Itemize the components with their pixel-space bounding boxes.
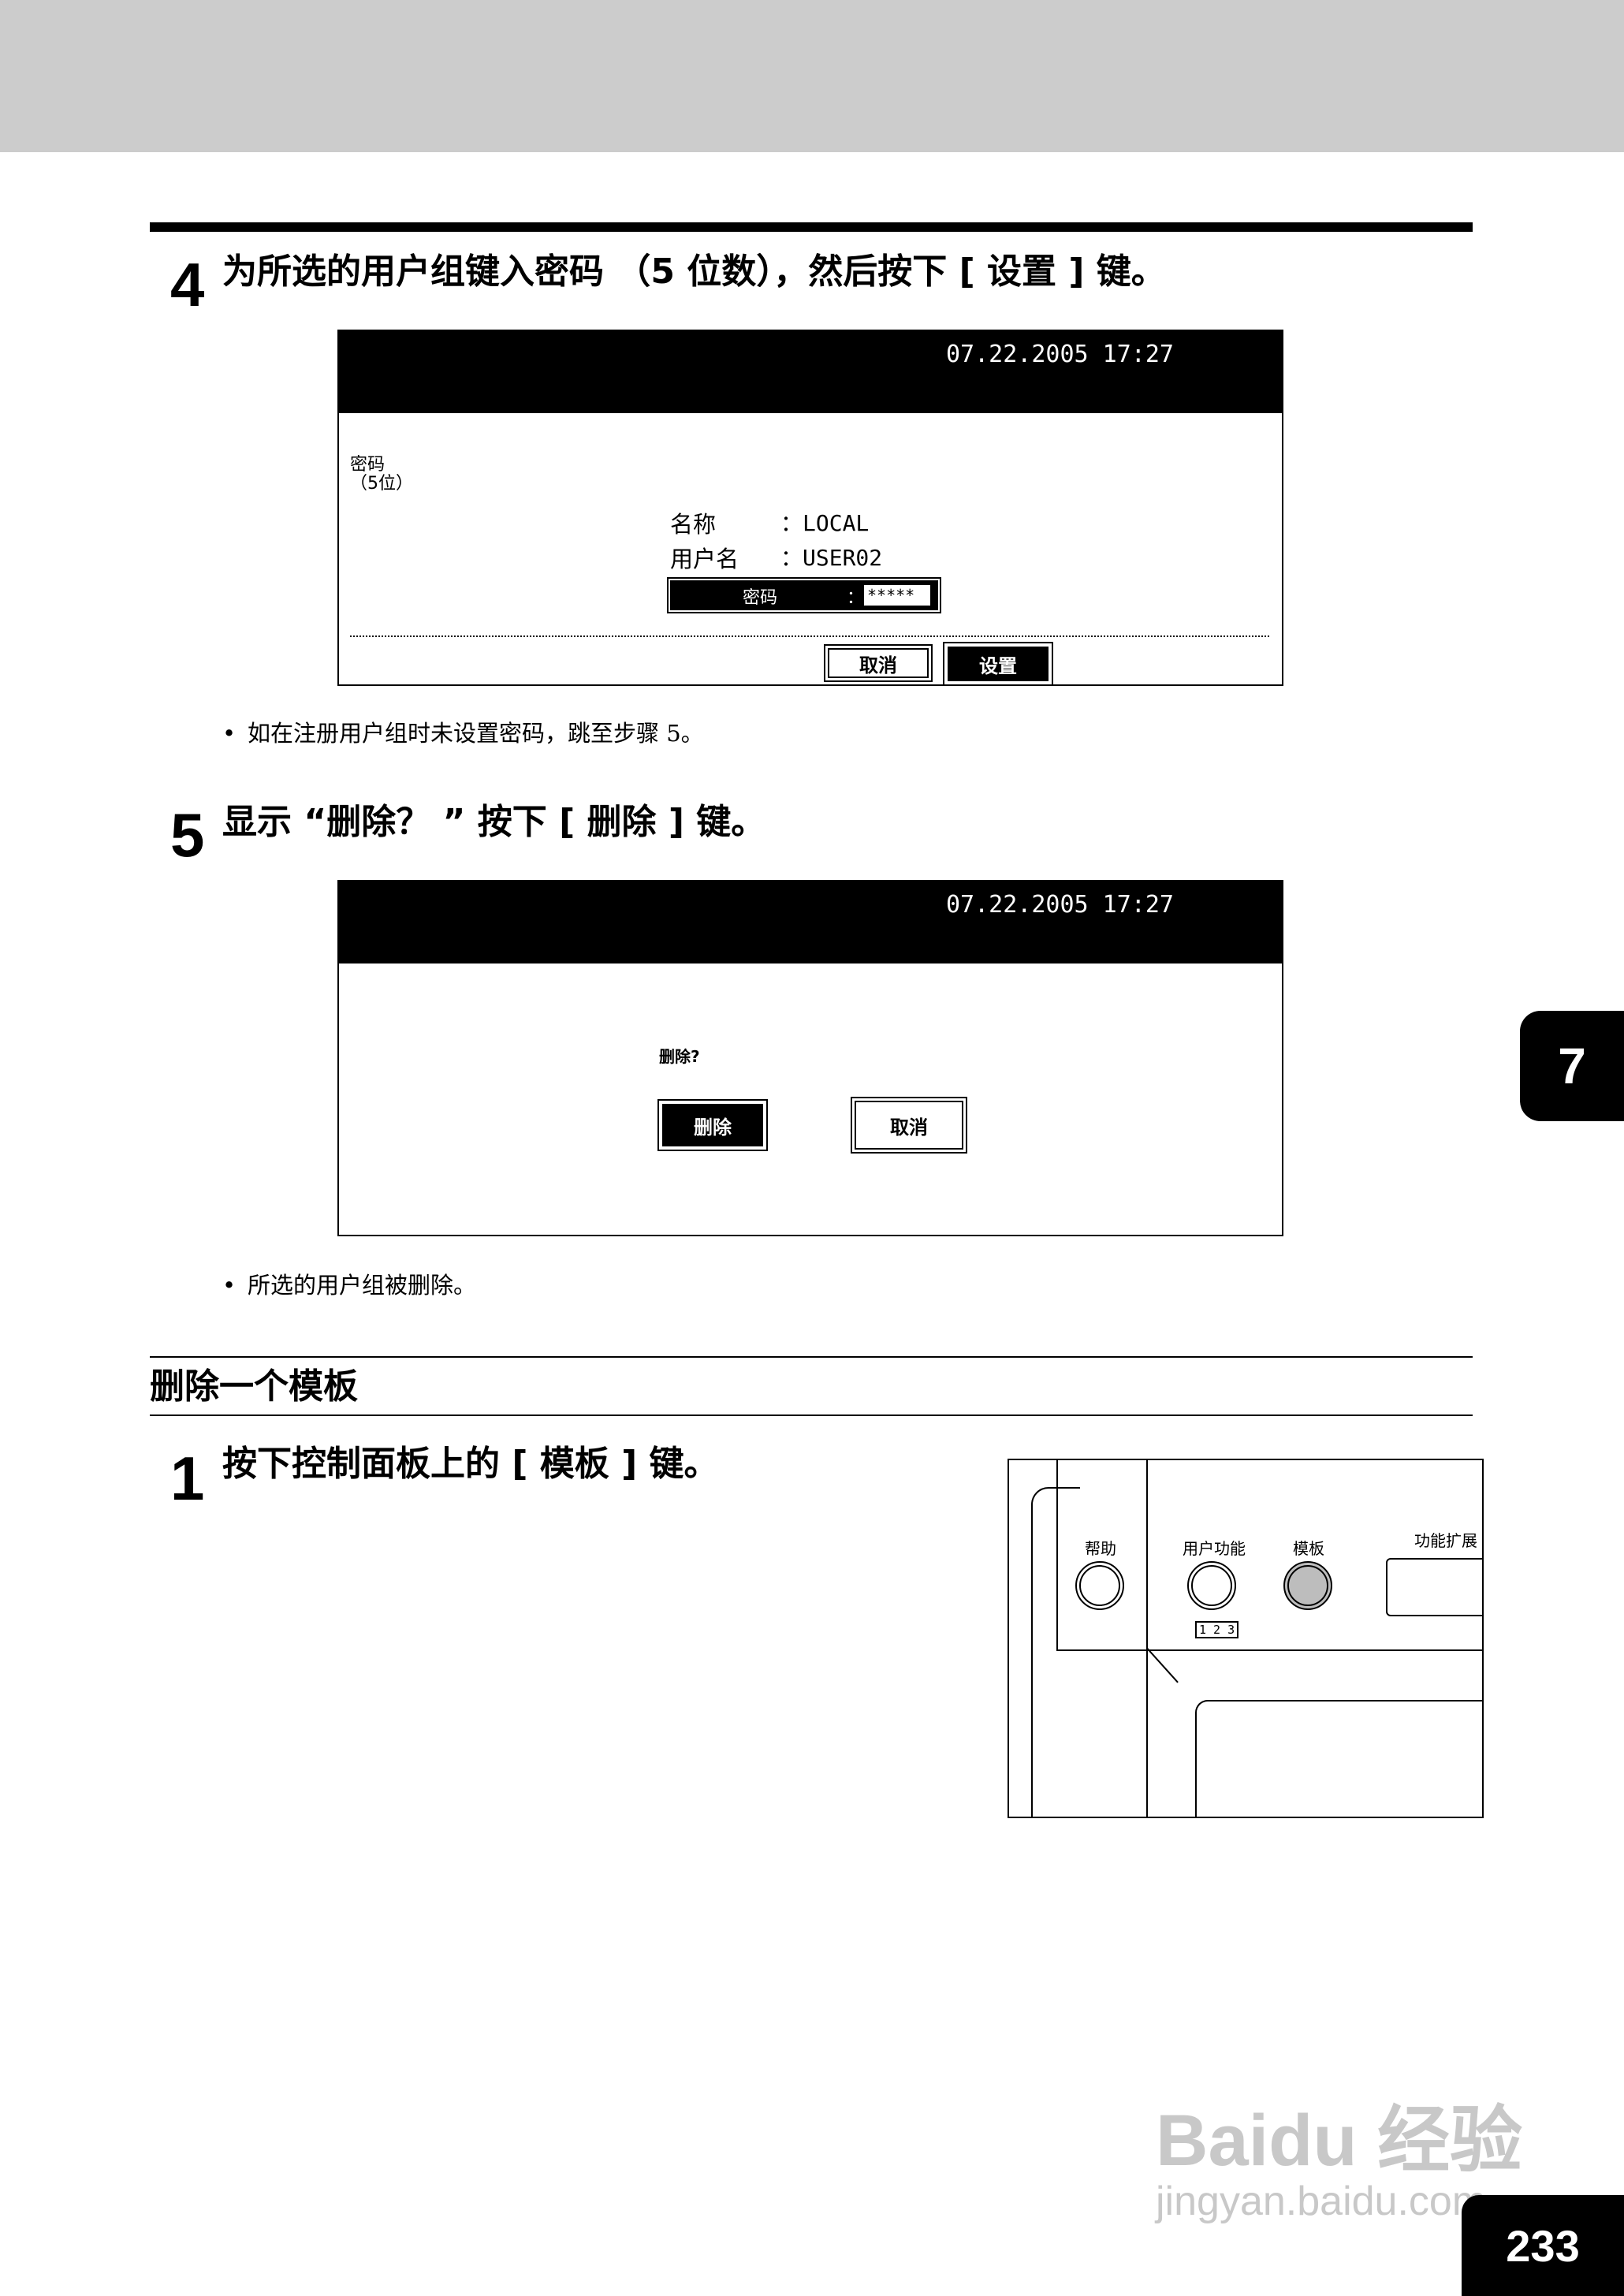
password-field-colon: ：	[847, 588, 865, 608]
numeric-badge: 1 2 3	[1195, 1621, 1239, 1638]
section-title: 删除一个模板	[150, 1366, 358, 1407]
password-label-line1: 密码	[350, 455, 386, 475]
user-function-key-label: 用户功能	[1183, 1539, 1246, 1558]
extension-label: 功能扩展	[1414, 1531, 1477, 1550]
user-function-key[interactable]	[1187, 1561, 1236, 1610]
panel-display-area	[1195, 1700, 1482, 1817]
header-band	[0, 0, 1624, 152]
screen-timestamp: 07.22.2005 17:27	[946, 341, 1174, 368]
panel-divider	[1146, 1460, 1148, 1817]
template-key-label: 模板	[1293, 1539, 1324, 1558]
cancel-button[interactable]: 取消	[851, 1097, 967, 1154]
page-number: 233	[1462, 2195, 1624, 2296]
section-rule-top	[150, 1356, 1473, 1358]
panel-bezel-inner	[1056, 1460, 1058, 1649]
extension-slot	[1386, 1558, 1482, 1616]
password-label-line2: （5位）	[350, 474, 413, 494]
panel-lower-edge	[1056, 1649, 1482, 1651]
step-5-number: 5	[170, 800, 205, 870]
password-field-label: 密码	[743, 588, 778, 608]
step-4-number: 4	[170, 250, 205, 319]
step-1-instruction: 按下控制面板上的 [ 模板 ] 键。	[222, 1444, 719, 1484]
section-rule-bottom	[150, 1414, 1473, 1416]
section-top-rule	[150, 222, 1473, 232]
watermark-url: jingyan.baidu.com	[1156, 2179, 1487, 2224]
panel-slope-line	[1146, 1648, 1179, 1683]
screen-dotted-divider	[350, 636, 1269, 637]
step-5-instruction: 显示 “删除？ ” 按下 [ 删除 ] 键。	[222, 802, 766, 842]
step-5-note: • 所选的用户组被删除。	[222, 1272, 477, 1299]
delete-confirm-screen: 07.22.2005 17:27 删除? 删除 取消	[337, 880, 1283, 1236]
step-4-note: • 如在注册用户组时未设置密码，跳至步骤 5。	[222, 720, 704, 747]
user-name-label: 用户名	[670, 546, 739, 572]
password-field[interactable]: 密码 ： *****	[667, 577, 941, 613]
step-1-number: 1	[170, 1444, 205, 1513]
screen-timestamp: 07.22.2005 17:27	[946, 891, 1174, 919]
password-digits-label: 密码 （5位）	[350, 456, 413, 494]
watermark-brand: Baidu 经验	[1156, 2100, 1523, 2181]
delete-prompt: 删除?	[659, 1047, 700, 1066]
step-5-note-text: 所选的用户组被删除。	[248, 1272, 477, 1299]
delete-button[interactable]: 删除	[657, 1099, 768, 1151]
control-panel-illustration: 帮助 用户功能 1 2 3 模板 功能扩展	[1008, 1459, 1484, 1818]
help-key[interactable]	[1075, 1561, 1124, 1610]
password-screen: 07.22.2005 17:27 密码 （5位） 名称 ：LOCAL 用户名 ：…	[337, 330, 1283, 686]
panel-bezel-outer	[1031, 1487, 1080, 1817]
template-key[interactable]	[1283, 1561, 1332, 1610]
step-4-instruction: 为所选的用户组键入密码 （5 位数），然后按下 [ 设置 ] 键。	[222, 252, 1166, 292]
group-name-label: 名称	[670, 511, 717, 538]
group-name-value: ：LOCAL	[780, 510, 870, 536]
chapter-tab: 7	[1520, 1011, 1624, 1121]
set-button[interactable]: 设置	[943, 642, 1053, 686]
help-key-label: 帮助	[1085, 1539, 1116, 1558]
cancel-button[interactable]: 取消	[824, 644, 933, 682]
user-name-value: ：USER02	[780, 545, 883, 571]
step-4-note-text: 如在注册用户组时未设置密码，跳至步骤 5。	[248, 720, 704, 747]
password-input-value[interactable]: *****	[864, 585, 930, 606]
